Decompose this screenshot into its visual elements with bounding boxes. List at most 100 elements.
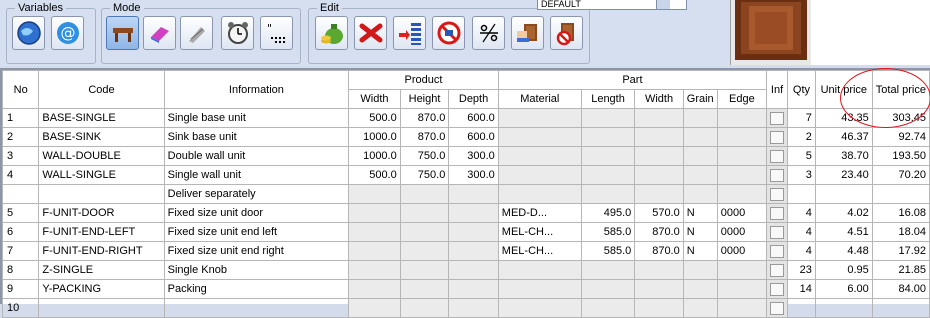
header-product-depth[interactable]: Depth (448, 89, 499, 109)
cell-edge[interactable] (716, 165, 768, 185)
cell-no[interactable]: 6 (1, 222, 40, 242)
cell-qty[interactable]: 23 (787, 260, 816, 280)
cell-no[interactable]: 3 (1, 146, 40, 166)
cell-height[interactable] (399, 279, 450, 299)
cell-total[interactable]: 18.04 (871, 222, 930, 242)
cell-width[interactable]: 1000.0 (348, 146, 401, 166)
cell-total[interactable]: 92.74 (871, 127, 930, 147)
cell-unit[interactable]: 46.37 (814, 127, 873, 147)
cell-total[interactable]: 17.92 (871, 241, 930, 261)
cell-width[interactable] (348, 279, 401, 299)
cell-qty[interactable]: 7 (787, 108, 816, 128)
cell-pwidth[interactable] (634, 127, 684, 147)
divide-button[interactable] (472, 16, 505, 50)
cell-width[interactable] (348, 260, 401, 280)
cell-pwidth[interactable]: 870.0 (634, 222, 684, 242)
cell-edge[interactable] (716, 298, 768, 318)
cell-code[interactable]: WALL-SINGLE (38, 165, 165, 185)
cell-edge[interactable] (716, 260, 768, 280)
table-row[interactable]: 5 F-UNIT-DOOR Fixed size unit door MED-D...… (1, 203, 930, 223)
header-part-length[interactable]: Length (580, 89, 636, 109)
cell-no[interactable]: 1 (1, 108, 40, 128)
cell-no[interactable]: 7 (1, 241, 40, 261)
table-row[interactable]: 10 (1, 298, 930, 318)
cell-grain[interactable]: N (682, 241, 718, 261)
cell-total[interactable] (871, 298, 930, 318)
cell-qty[interactable]: 4 (787, 241, 816, 261)
cabinet-no-button[interactable] (550, 16, 583, 50)
cell-inf[interactable] (766, 222, 789, 242)
cell-edge[interactable] (716, 108, 768, 128)
cell-height[interactable] (399, 222, 450, 242)
cell-pwidth[interactable] (634, 108, 684, 128)
cell-material[interactable]: MED-D... (497, 203, 582, 223)
cell-qty[interactable] (787, 184, 816, 204)
cell-unit[interactable]: 38.70 (814, 146, 873, 166)
delete-button[interactable] (354, 16, 387, 50)
cell-info[interactable]: Double wall unit (163, 146, 350, 166)
inf-cell-button[interactable] (770, 149, 785, 163)
cell-depth[interactable] (448, 184, 499, 204)
cell-inf[interactable] (766, 241, 789, 261)
cell-qty[interactable] (787, 298, 816, 318)
cell-pwidth[interactable] (634, 298, 684, 318)
table-row[interactable]: 7 F-UNIT-END-RIGHT Fixed size unit end rig… (1, 241, 930, 261)
cell-grain[interactable]: N (682, 222, 718, 242)
cell-inf[interactable] (766, 146, 789, 166)
cell-code[interactable]: BASE-SINK (38, 127, 165, 147)
header-qty[interactable]: Qty (787, 70, 816, 109)
header-product-height[interactable]: Height (399, 89, 450, 109)
cell-info[interactable]: Single base unit (163, 108, 350, 128)
cell-total[interactable]: 303.45 (871, 108, 930, 128)
cell-unit[interactable]: 4.02 (814, 203, 873, 223)
header-part-width[interactable]: Width (634, 89, 684, 109)
cell-qty[interactable]: 5 (787, 146, 816, 166)
header-product-width[interactable]: Width (348, 89, 401, 109)
cell-depth[interactable] (448, 298, 499, 318)
cell-length[interactable] (580, 260, 636, 280)
inf-cell-button[interactable] (770, 301, 785, 315)
alarm-clock-button[interactable] (221, 16, 254, 50)
cell-code[interactable]: Z-SINGLE (38, 260, 165, 280)
table-row[interactable]: 4 WALL-SINGLE Single wall unit 500.0 750.0 30… (1, 165, 930, 185)
pricing-button[interactable] (315, 16, 348, 50)
cell-height[interactable]: 870.0 (399, 127, 450, 147)
cell-width[interactable] (348, 222, 401, 242)
screw-mode-button[interactable] (180, 16, 213, 50)
cell-edge[interactable] (716, 127, 768, 147)
cell-no[interactable]: 10 (1, 298, 40, 318)
header-inf[interactable]: Inf (766, 70, 789, 109)
header-part-edge[interactable]: Edge (716, 89, 768, 109)
cell-pwidth[interactable] (634, 146, 684, 166)
cell-total[interactable]: 70.20 (871, 165, 930, 185)
table-mode-button[interactable] (106, 16, 139, 50)
cell-code[interactable]: F-UNIT-DOOR (38, 203, 165, 223)
cell-unit[interactable]: 4.51 (814, 222, 873, 242)
cell-height[interactable] (399, 184, 450, 204)
header-total-price[interactable]: Total price (871, 70, 930, 109)
cell-unit[interactable] (814, 184, 873, 204)
cell-no[interactable]: 8 (1, 260, 40, 280)
cell-pwidth[interactable] (634, 279, 684, 299)
cell-depth[interactable] (448, 222, 499, 242)
cell-info[interactable]: Deliver separately (163, 184, 350, 204)
cell-material[interactable] (497, 260, 582, 280)
cell-edge[interactable]: 0000 (716, 203, 768, 223)
cell-length[interactable] (580, 127, 636, 147)
cell-length[interactable]: 495.0 (580, 203, 636, 223)
cell-total[interactable]: 193.50 (871, 146, 930, 166)
cabinet-hand-button[interactable] (511, 16, 544, 50)
cell-depth[interactable]: 300.0 (448, 165, 499, 185)
cell-pwidth[interactable] (634, 165, 684, 185)
inf-cell-button[interactable] (770, 244, 785, 258)
cell-inf[interactable] (766, 203, 789, 223)
cell-inf[interactable] (766, 127, 789, 147)
cell-material[interactable] (497, 184, 582, 204)
cell-grain[interactable] (682, 108, 718, 128)
cell-no[interactable]: 9 (1, 279, 40, 299)
cell-no[interactable] (1, 184, 40, 204)
cell-inf[interactable] (766, 260, 789, 280)
cell-width[interactable]: 500.0 (348, 165, 401, 185)
cell-width[interactable]: 1000.0 (348, 127, 401, 147)
cell-info[interactable]: Sink base unit (163, 127, 350, 147)
